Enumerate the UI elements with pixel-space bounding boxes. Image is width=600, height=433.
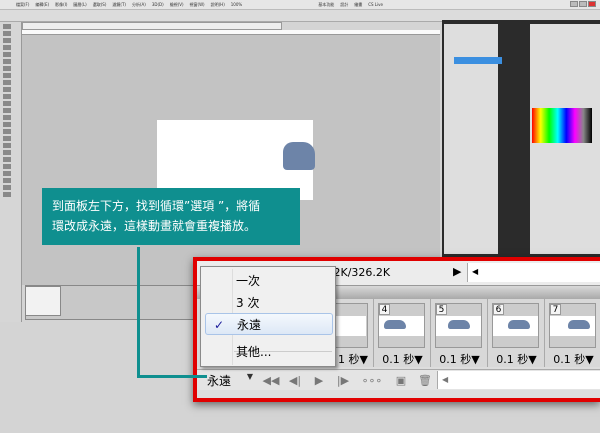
loop-menu-small (25, 286, 61, 316)
document-tab[interactable] (22, 22, 282, 30)
menu-item-forever[interactable]: ✓ 永遠 (205, 313, 333, 335)
animation-toolbar: 永遠 ▼ ◀◀ ◀| ▶ |▶ ∘∘∘ ▣ 🗑 ◀ (197, 369, 600, 390)
car-image (283, 142, 315, 170)
callout-line-2: 環改成永遠，這樣動畫就會重複播放。 (52, 219, 257, 233)
play-icon[interactable]: ▶ (307, 374, 331, 387)
menu-file[interactable]: 檔案(F) (16, 2, 29, 8)
trash-icon[interactable]: 🗑 (413, 374, 437, 387)
frames-scrollbar[interactable]: ◀ (437, 371, 600, 389)
menu-item-other[interactable]: 其他... (201, 341, 335, 363)
horizontal-scrollbar[interactable]: ◀ (467, 263, 600, 282)
menu-item-label: 永遠 (237, 318, 262, 332)
menu-window[interactable]: 視窗(W) (190, 2, 205, 8)
menu-3d[interactable]: 3D(D) (152, 2, 164, 7)
frame[interactable]: 6 0.1 秒▼ (488, 299, 545, 367)
menu-analysis[interactable]: 分析(A) (132, 2, 146, 8)
menu-edit[interactable]: 編輯(E) (35, 2, 49, 8)
frame-number: 7 (550, 304, 561, 315)
frame-delay[interactable]: 0.1 秒▼ (431, 351, 488, 367)
callout-line-1: 到面板左下方，找到循環”選項 ”，將循 (52, 199, 261, 213)
tutorial-callout: 到面板左下方，找到循環”選項 ”，將循 環改成永遠，這樣動畫就會重複播放。 (42, 188, 300, 245)
menu-image[interactable]: 影像(I) (55, 2, 67, 8)
tween-icon[interactable]: ∘∘∘ (355, 374, 389, 387)
menu-view[interactable]: 檢視(V) (170, 2, 184, 8)
menu-item-once[interactable]: 一次 (201, 270, 335, 292)
menu-layer[interactable]: 圖層(L) (73, 2, 86, 8)
callout-connector (137, 247, 140, 377)
frame-delay[interactable]: 0.1 秒▼ (545, 351, 600, 367)
first-frame-icon[interactable]: ◀◀ (259, 374, 283, 387)
loop-value: 永遠 (207, 373, 232, 388)
car-thumbnail (384, 320, 406, 329)
duplicate-frame-icon[interactable]: ▣ (389, 374, 413, 387)
frame-number: 6 (493, 304, 504, 315)
zoom-level[interactable]: 100% (231, 2, 242, 7)
menu-item-3-times[interactable]: 3 次 (201, 292, 335, 314)
menu-select[interactable]: 選取(S) (93, 2, 107, 8)
car-thumbnail (448, 320, 470, 329)
chevron-down-icon: ▼ (246, 371, 253, 381)
frame[interactable]: 7 0.1 秒▼ (545, 299, 600, 367)
selected-layer[interactable] (454, 57, 502, 64)
workspace-paint[interactable]: 繪畫 (354, 2, 362, 8)
car-thumbnail (568, 320, 590, 329)
frame-number: 5 (436, 304, 447, 315)
ruler (22, 30, 440, 35)
frame[interactable]: 5 0.1 秒▼ (431, 299, 488, 367)
workspace-button[interactable]: 基本功能 (318, 2, 334, 8)
car-thumbnail (508, 320, 530, 329)
window-controls[interactable] (570, 1, 596, 7)
frame-number: 4 (379, 304, 390, 315)
loop-options-menu: 一次 3 次 ✓ 永遠 其他... (200, 266, 336, 367)
frame[interactable]: 4 0.1 秒▼ (374, 299, 431, 367)
menu-filter[interactable]: 濾鏡(T) (112, 2, 126, 8)
workspace-design[interactable]: 設計 (340, 2, 348, 8)
menu-bar: 檔案(F) 編輯(E) 影像(I) 圖層(L) 選取(S) 濾鏡(T) 分析(A… (0, 0, 600, 10)
tools-panel[interactable] (0, 22, 22, 322)
cs-live[interactable]: CS Live (368, 2, 383, 7)
swatches-panel[interactable] (532, 108, 592, 143)
previous-frame-icon[interactable]: ◀| (283, 374, 307, 387)
next-frame-icon[interactable]: |▶ (331, 374, 355, 387)
frame-delay[interactable]: 0.1 秒▼ (374, 351, 431, 367)
menu-help[interactable]: 說明(H) (211, 2, 225, 8)
callout-connector-horizontal (137, 375, 207, 378)
checkmark-icon: ✓ (214, 318, 225, 332)
play-arrow-icon[interactable]: ▶ (453, 265, 461, 278)
frame-delay[interactable]: 0.1 秒▼ (488, 351, 545, 367)
